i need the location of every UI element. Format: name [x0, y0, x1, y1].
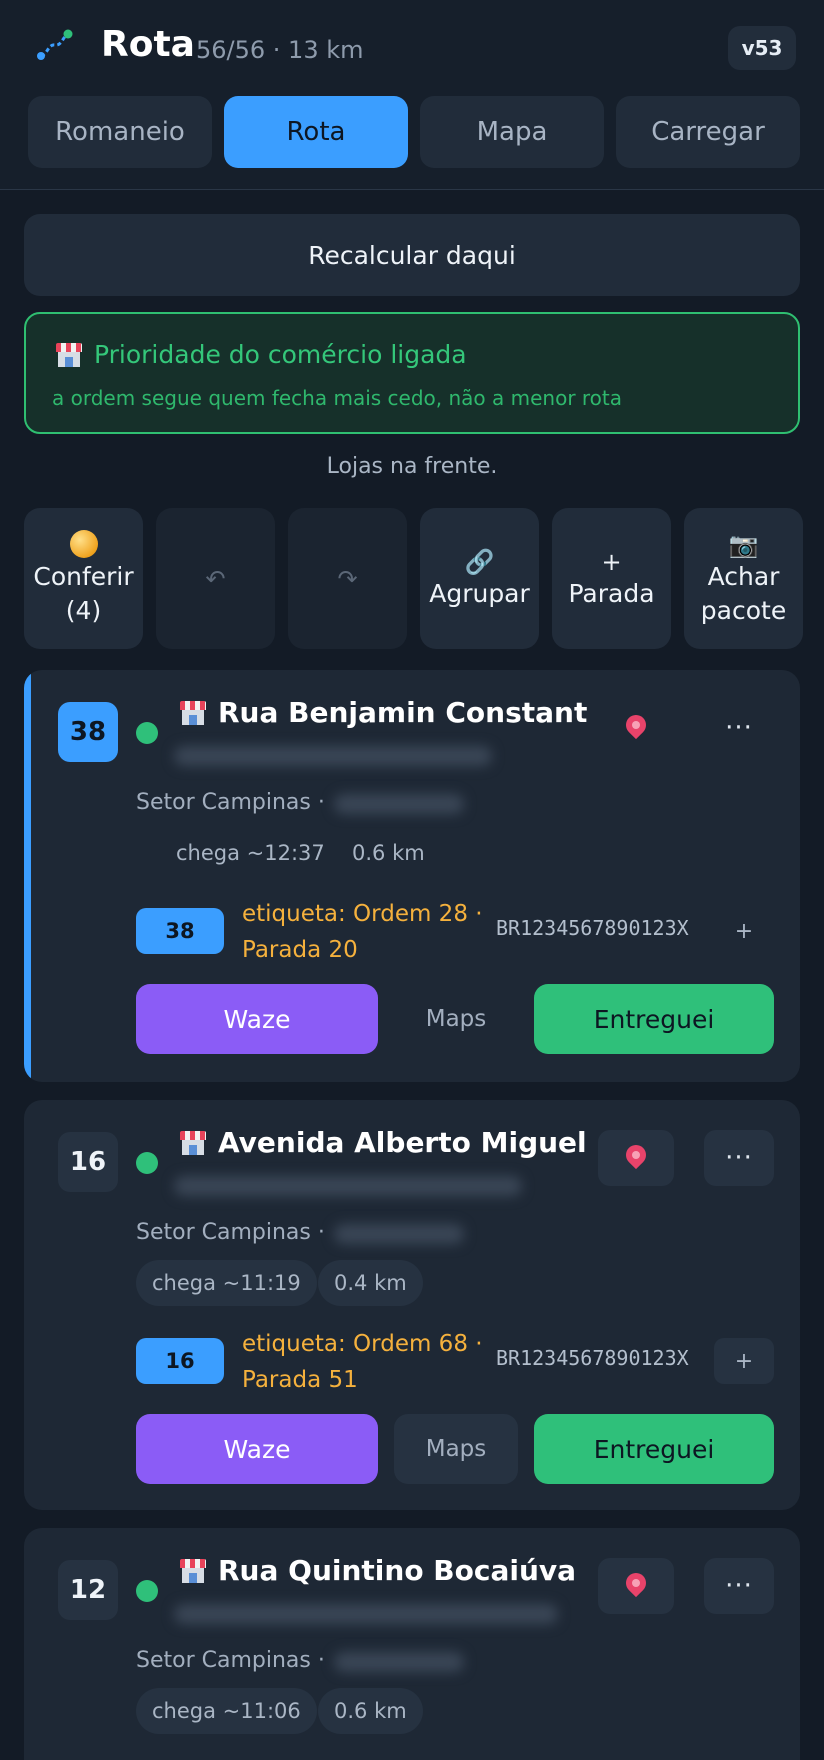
action-bar: Conferir (4) ↶ ↷ 🔗 Agrupar + Parada 📷 Ac…	[24, 508, 803, 649]
waze-button[interactable]: Waze	[136, 1414, 378, 1484]
route-note: Lojas na frente.	[326, 454, 498, 479]
route-logo-icon	[36, 28, 74, 62]
distance-chip: 0.6 km	[352, 841, 425, 865]
priority-banner: Prioridade do comércio ligada a ordem se…	[24, 312, 800, 434]
priority-subtitle: a ordem segue quem fecha mais cedo, não …	[52, 386, 623, 410]
stop-card[interactable]: 38 Rua Benjamin Constant Setor Campinas …	[24, 670, 800, 1082]
distance-chip: 0.4 km	[318, 1260, 423, 1306]
priority-title: Prioridade do comércio ligada	[94, 340, 467, 369]
tab-romaneio[interactable]: Romaneio	[28, 96, 212, 168]
more-button[interactable]: ···	[704, 1558, 774, 1614]
undo-button[interactable]: ↶	[156, 508, 275, 649]
stop-sector: Setor Campinas ·	[136, 1648, 325, 1673]
store-icon	[180, 700, 206, 725]
stop-number: 16	[58, 1132, 118, 1192]
stop-sector: Setor Campinas ·	[136, 790, 325, 815]
redo-button[interactable]: ↷	[288, 508, 407, 649]
stop-number: 12	[58, 1560, 118, 1620]
more-button[interactable]: ···	[704, 700, 774, 756]
stop-sector: Setor Campinas ·	[136, 1220, 325, 1245]
tab-rota[interactable]: Rota	[224, 96, 408, 168]
group-button[interactable]: 🔗 Agrupar	[420, 508, 539, 649]
tag-number: 38	[136, 908, 224, 954]
stop-card[interactable]: 12 Rua Quintino Bocaiúva Setor Campinas …	[24, 1528, 800, 1760]
redo-icon: ↷	[337, 564, 358, 593]
status-dot	[136, 722, 158, 744]
delivered-button[interactable]: Entreguei	[534, 984, 774, 1054]
pin-icon	[621, 1568, 651, 1598]
package-label: etiqueta: Ordem 68 · Parada 51	[242, 1331, 483, 1393]
locate-button[interactable]	[598, 1558, 674, 1614]
redacted-detail	[334, 1224, 464, 1244]
add-package-button[interactable]: +	[714, 908, 774, 954]
store-icon	[180, 1558, 206, 1583]
undo-icon: ↶	[205, 564, 226, 593]
pin-icon	[621, 710, 651, 740]
status-dot	[136, 1580, 158, 1602]
app-header: Rota 56/56 · 13 km v53 Romaneio Rota Map…	[0, 0, 824, 190]
eta-chip: chega ~11:19	[136, 1260, 317, 1306]
plus-icon: +	[601, 547, 622, 576]
status-dot	[136, 1152, 158, 1174]
stop-street: Rua Quintino Bocaiúva	[218, 1554, 577, 1587]
tag-number: 16	[136, 1338, 224, 1384]
store-icon	[56, 342, 82, 367]
package-label: etiqueta: Ordem 28 · Parada 20	[242, 901, 483, 963]
distance-chip: 0.6 km	[318, 1688, 423, 1734]
tab-bar: Romaneio Rota Mapa Carregar	[28, 96, 800, 168]
pin-icon	[621, 1140, 651, 1170]
camera-icon: 📷	[728, 530, 759, 559]
redacted-address	[174, 746, 492, 766]
recalculate-button[interactable]: Recalcular daqui	[24, 214, 800, 296]
maps-button[interactable]: Maps	[394, 984, 518, 1054]
stop-street: Rua Benjamin Constant	[218, 696, 588, 729]
eta-chip: chega ~12:37	[176, 841, 325, 865]
stop-card[interactable]: 16 Avenida Alberto Miguel Setor Campinas…	[24, 1100, 800, 1510]
maps-button[interactable]: Maps	[394, 1414, 518, 1484]
page-title: Rota	[101, 24, 195, 65]
tab-carregar[interactable]: Carregar	[616, 96, 800, 168]
more-button[interactable]: ···	[704, 1130, 774, 1186]
tab-mapa[interactable]: Mapa	[420, 96, 604, 168]
route-summary: 56/56 · 13 km	[196, 36, 364, 64]
version-badge[interactable]: v53	[728, 26, 796, 70]
coin-icon	[69, 529, 98, 558]
store-icon	[180, 1130, 206, 1155]
tracking-code: BR1234567890123X	[496, 916, 689, 940]
link-icon: 🔗	[464, 547, 495, 576]
eta-chip: chega ~11:06	[136, 1688, 317, 1734]
add-stop-button[interactable]: + Parada	[552, 508, 671, 649]
find-package-button[interactable]: 📷 Achar pacote	[684, 508, 803, 649]
locate-button[interactable]	[598, 1130, 674, 1186]
check-button[interactable]: Conferir (4)	[24, 508, 143, 649]
tracking-code: BR1234567890123X	[496, 1346, 689, 1370]
redacted-address	[174, 1604, 558, 1624]
add-package-button[interactable]: +	[714, 1338, 774, 1384]
stop-street: Avenida Alberto Miguel	[218, 1126, 587, 1159]
redacted-address	[174, 1176, 522, 1196]
stop-number: 38	[58, 702, 118, 762]
redacted-detail	[334, 1652, 464, 1672]
waze-button[interactable]: Waze	[136, 984, 378, 1054]
redacted-detail	[334, 794, 464, 814]
locate-button[interactable]	[598, 700, 674, 756]
delivered-button[interactable]: Entreguei	[534, 1414, 774, 1484]
